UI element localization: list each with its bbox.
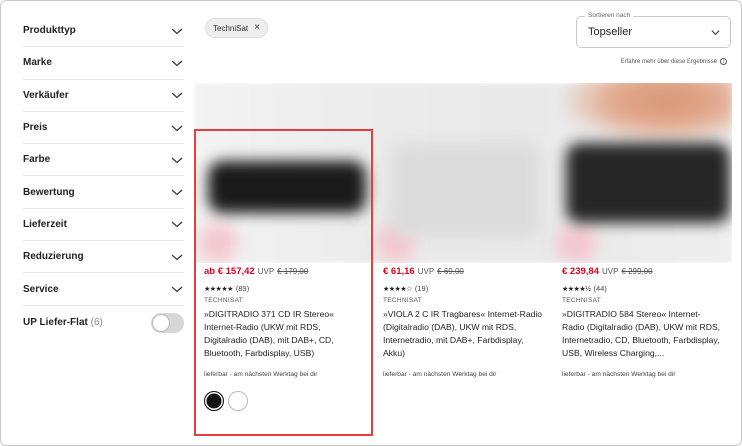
close-icon[interactable]: × <box>254 23 260 33</box>
sort-value: Topseller <box>588 26 633 38</box>
pink-blur <box>556 223 596 263</box>
filter-service[interactable]: Service <box>23 273 184 306</box>
rating: ★★★★☆ (19) <box>383 284 548 293</box>
filter-label: Lieferzeit <box>23 218 67 230</box>
old-price: € 69,00 <box>437 267 464 276</box>
chevron-down-icon <box>171 157 183 164</box>
availability: lieferbar - am nächsten Werktag bei dir <box>383 371 497 379</box>
chevron-down-icon <box>171 254 183 261</box>
price: € 61,16 <box>383 266 415 277</box>
filter-bewertung[interactable]: Bewertung <box>23 176 184 209</box>
liefer-flat-toggle[interactable] <box>151 312 184 333</box>
filter-preis[interactable]: Preis <box>23 112 184 145</box>
filter-label: Verkäufer <box>23 89 69 101</box>
star-icon: ★★★★☆ <box>383 285 412 293</box>
results-info[interactable]: Erfahre mehr über diese Ergebnisse i <box>621 58 727 65</box>
filter-marke[interactable]: Marke <box>23 47 184 80</box>
filter-label: Marke <box>23 57 52 69</box>
chevron-down-icon <box>171 189 183 196</box>
product-title[interactable]: »VIOLA 2 C IR Tragbares« Internet-Radio … <box>383 308 543 360</box>
chevron-down-icon <box>171 92 183 99</box>
star-icon: ★★★★½ <box>562 285 591 293</box>
price-line: € 239,84 UVP € 299,00 <box>562 266 727 277</box>
liefer-flat-text: UP Liefer-Flat <box>23 317 88 329</box>
radio-image <box>566 143 730 223</box>
radio-image <box>390 143 540 238</box>
page-frame: Produkttyp Marke Verkäufer Preis Farbe B… <box>0 0 742 446</box>
brand: TECHNISAT <box>562 297 602 304</box>
filter-label: Produkttyp <box>23 25 76 37</box>
filter-produkttyp[interactable]: Produkttyp <box>23 15 184 48</box>
liefer-flat-label: UP Liefer-Flat (6) <box>23 317 103 328</box>
sort-select[interactable]: Sortieren nach Topseller <box>576 12 731 48</box>
chip-label: TechniSat <box>213 23 249 33</box>
filter-lieferzeit[interactable]: Lieferzeit <box>23 209 184 242</box>
sort-legend: Sortieren nach <box>585 12 634 19</box>
review-count: (44) <box>593 284 607 293</box>
filter-reduzierung[interactable]: Reduzierung <box>23 241 184 274</box>
active-filter-chip[interactable]: TechniSat × <box>205 18 268 38</box>
product-info: € 239,84 UVP € 299,00 ★★★★½ (44) TECHNIS… <box>552 266 727 378</box>
uvp-label: UVP <box>417 267 435 276</box>
liefer-flat-row: UP Liefer-Flat (6) <box>23 306 184 340</box>
chevron-down-icon <box>171 28 183 34</box>
chevron-down-icon <box>171 125 183 131</box>
price: € 239,84 <box>562 266 599 277</box>
selection-highlight <box>194 129 373 436</box>
chevron-down-icon <box>711 30 720 36</box>
filter-label: Farbe <box>23 154 51 166</box>
review-count: (19) <box>414 284 429 293</box>
toggle-knob <box>152 313 170 332</box>
filter-label: Service <box>23 283 59 295</box>
filter-verkaeufer[interactable]: Verkäufer <box>23 80 184 112</box>
chevron-down-icon <box>171 60 183 67</box>
product-info: € 61,16 UVP € 69,00 ★★★★☆ (19) TECHNISAT… <box>373 266 548 378</box>
info-icon: i <box>720 58 727 65</box>
rating: ★★★★½ (44) <box>562 284 727 293</box>
filter-label: Reduzierung <box>23 251 84 263</box>
filter-label: Bewertung <box>23 186 75 198</box>
hand-image <box>564 83 732 143</box>
chevron-down-icon <box>171 286 183 293</box>
filter-farbe[interactable]: Farbe <box>23 144 184 177</box>
filter-sidebar: Produkttyp Marke Verkäufer Preis Farbe B… <box>23 15 184 340</box>
old-price: € 299,00 <box>621 267 653 276</box>
results-info-text: Erfahre mehr über diese Ergebnisse <box>620 58 717 65</box>
filter-label: Preis <box>23 122 48 134</box>
product-title[interactable]: »DIGITRADIO 584 Stereo« Internet-Radio (… <box>562 308 722 360</box>
availability: lieferbar - am nächsten Werktag bei dir <box>562 371 676 379</box>
brand: TECHNISAT <box>383 297 423 304</box>
chevron-down-icon <box>171 221 183 228</box>
price-line: € 61,16 UVP € 69,00 <box>383 266 548 277</box>
liefer-flat-count: (6) <box>90 317 103 329</box>
uvp-label: UVP <box>601 267 619 276</box>
